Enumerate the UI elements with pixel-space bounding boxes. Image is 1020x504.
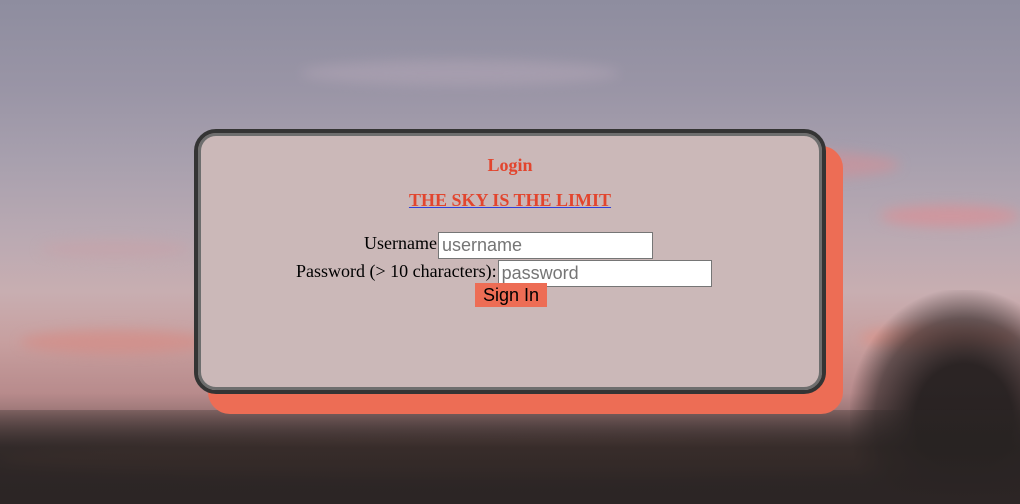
sign-in-button[interactable]: Sign In [475, 283, 547, 307]
cloud [20, 330, 210, 354]
login-card: Login THE SKY IS THE LIMIT Username Pass… [194, 129, 826, 394]
treeline-silhouette [0, 410, 1020, 504]
login-title: Login [487, 155, 533, 175]
sky-limit-link[interactable]: THE SKY IS THE LIMIT [198, 190, 822, 211]
username-label: Username [364, 232, 437, 253]
cloud [40, 240, 190, 258]
cloud [300, 60, 620, 86]
password-label: Password (> 10 characters): [296, 260, 497, 281]
cloud [880, 205, 1020, 227]
